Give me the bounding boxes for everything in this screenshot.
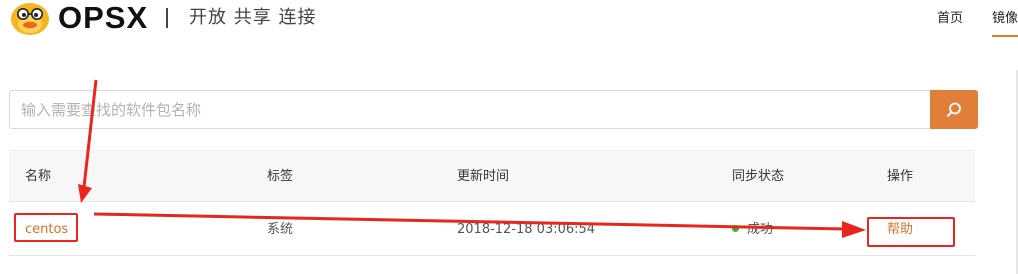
annotation-arrowhead-down: [78, 184, 92, 203]
annotation-arrowhead-right: [842, 221, 866, 238]
annotation-arrow-right: [93, 212, 847, 231]
page: OPSX 开放 共享 连接 首页 镜像 名称 标签 更新时间 同步状态 操作 c…: [0, 0, 1018, 274]
annotation-arrows: [78, 79, 866, 238]
annotation-arrow-down: [82, 79, 98, 188]
